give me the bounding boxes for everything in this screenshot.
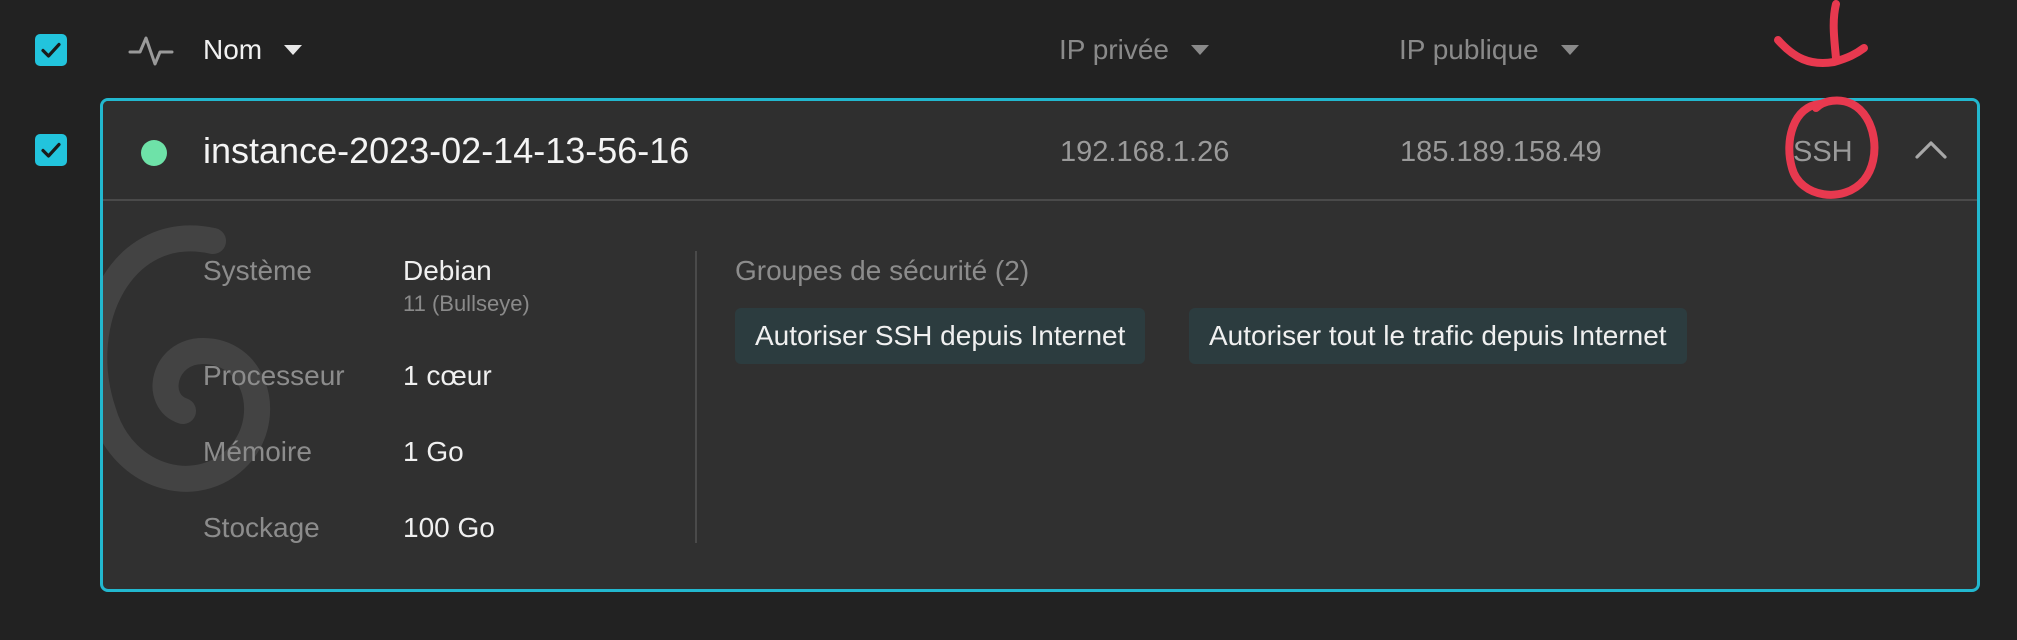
security-group-chip[interactable]: Autoriser SSH depuis Internet <box>735 308 1146 364</box>
instance-card: instance-2023-02-14-13-56-16 192.168.1.2… <box>100 98 1980 592</box>
security-group-chip[interactable]: Autoriser tout le trafic depuis Internet <box>1189 308 1687 364</box>
details-divider <box>695 251 697 543</box>
instance-select-checkbox[interactable] <box>35 134 67 166</box>
system-label: Système <box>203 255 312 286</box>
pulse-icon[interactable] <box>128 30 174 70</box>
instance-name[interactable]: instance-2023-02-14-13-56-16 <box>203 129 689 173</box>
caret-down-icon <box>1560 45 1579 55</box>
sort-by-private-ip[interactable]: IP privée <box>1059 32 1209 68</box>
storage-label: Stockage <box>203 512 320 543</box>
caret-down-icon <box>1191 45 1209 55</box>
name-column-label: Nom <box>203 34 263 65</box>
system-version: 11 (Bullseye) <box>403 291 530 316</box>
memory-value: 1 Go <box>403 436 464 467</box>
status-indicator <box>141 140 167 166</box>
memory-label: Mémoire <box>203 436 312 467</box>
private-ip-value: 192.168.1.26 <box>1060 136 1230 168</box>
private-ip-column-label: IP privée <box>1059 34 1169 65</box>
instance-row[interactable]: instance-2023-02-14-13-56-16 192.168.1.2… <box>103 101 1977 201</box>
instances-list: Nom IP privée IP publique instance-2023-… <box>0 0 2017 640</box>
security-groups-title: Groupes de sécurité (2) <box>735 255 1030 286</box>
system-value: Debian <box>403 255 492 286</box>
sort-by-public-ip[interactable]: IP publique <box>1399 32 1579 68</box>
checkmark-icon <box>41 42 61 58</box>
checkmark-icon <box>41 142 61 158</box>
select-all-checkbox[interactable] <box>35 34 67 66</box>
processor-label: Processeur <box>203 360 345 391</box>
chevron-up-icon[interactable] <box>1913 135 1949 163</box>
processor-value: 1 cœur <box>403 360 492 391</box>
public-ip-column-label: IP publique <box>1399 34 1539 65</box>
ssh-button[interactable]: SSH <box>1793 133 1853 171</box>
public-ip-value: 185.189.158.49 <box>1400 136 1602 168</box>
storage-value: 100 Go <box>403 512 495 543</box>
caret-down-icon <box>284 45 303 55</box>
sort-by-name[interactable]: Nom <box>203 32 303 68</box>
